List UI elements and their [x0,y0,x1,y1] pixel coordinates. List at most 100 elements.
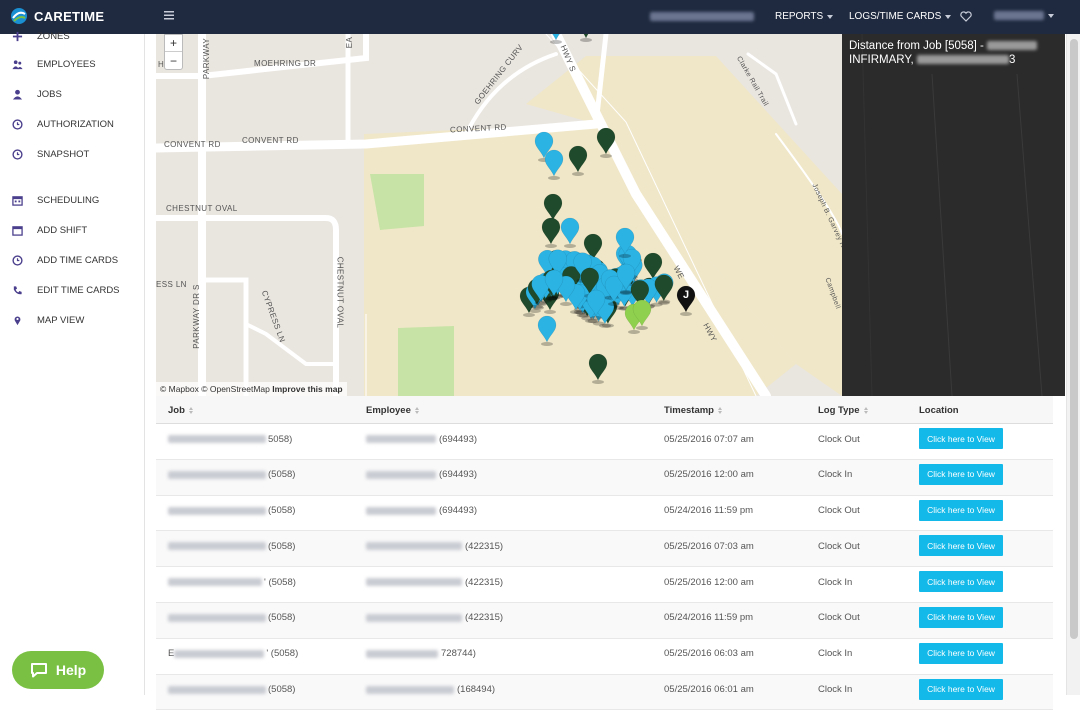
heart-icon[interactable] [960,11,972,22]
app-name: CARETIME [34,8,105,24]
sidebar-item-map-view[interactable]: MAP VIEW [12,312,84,328]
sidebar-item-edit-time-cards[interactable]: EDIT TIME CARDS [12,282,120,298]
timestamp-cell: 05/25/2016 06:01 am [664,684,754,696]
log-type-cell: Clock Out [818,540,860,552]
sidebar: ZONES EMPLOYEES JOBS AUTHORIZATION SNAPS… [0,31,145,695]
panel-map-lines [861,34,1043,396]
nav-logs-time-cards[interactable]: LOGS/TIME CARDS [849,11,952,22]
chevron-down-icon [827,14,834,19]
employee-name-redacted [366,506,436,515]
timestamp-cell: 05/25/2016 12:00 am [664,469,754,481]
dark-map-marker[interactable] [588,353,608,384]
job-name-redacted [987,41,1038,51]
table-row: ' (5058) (422315) 05/25/2016 12:00 am Clock… [156,567,1053,603]
timestamp-cell: 05/25/2016 07:03 am [664,540,754,552]
column-header-label: Log Type [818,405,860,416]
nav-reports[interactable]: REPORTS [775,11,834,22]
view-location-button[interactable]: Click here to View [919,428,1003,449]
view-location-button[interactable]: Click here to View [919,535,1003,557]
job-cell: (5058) [168,603,295,633]
column-header-employee[interactable]: Employee [366,405,419,416]
calendar-icon [12,195,23,206]
distance-prefix: Distance from Job [5058] - [849,40,984,52]
table-row: 5058) (694493) 05/25/2016 07:07 am Clock Ou… [156,424,1053,460]
improve-map-link[interactable]: Improve this map [272,384,342,394]
dark-map-marker[interactable] [568,145,588,176]
view-location-button[interactable]: Click here to View [919,571,1003,593]
zoom-out-button[interactable]: − [165,52,182,69]
sidebar-item-employees[interactable]: EMPLOYEES [12,56,96,72]
help-button[interactable]: Help [12,651,104,689]
employees-icon [12,59,23,69]
user-menu[interactable] [994,11,1054,20]
clock-icon [12,118,23,130]
sidebar-item-add-shift[interactable]: ADD SHIFT [12,222,87,238]
calendar-icon [12,225,23,236]
app-logo[interactable]: CARETIME [10,7,104,25]
sidebar-item-scheduling[interactable]: SCHEDULING [12,192,99,208]
blue-map-marker[interactable] [544,149,564,180]
table-body: 5058) (694493) 05/25/2016 07:07 am Clock Ou… [156,424,1053,710]
job-id: (5058) [268,540,296,552]
log-type-cell: Clock Out [818,433,860,445]
column-header-label: Location [919,405,959,416]
job-cell: (5058) [168,675,295,705]
employee-cell: (422315) [366,531,503,561]
sidebar-item-jobs[interactable]: JOBS [12,86,62,102]
employee-name-redacted [366,542,462,551]
job-id: ' (5058) [266,648,299,660]
timestamp-cell: 05/25/2016 07:07 am [664,433,754,445]
zoom-in-button[interactable]: + [165,35,182,52]
employee-cell: (168494) [366,675,495,705]
chat-bubble-icon [30,663,47,678]
sidebar-item-label: EMPLOYEES [37,58,96,70]
menu-toggle-icon[interactable] [164,11,174,20]
employee-cell: (422315) [366,567,503,597]
view-location-button[interactable]: Click here to View [919,642,1003,664]
job-id: 5058) [268,433,293,445]
sidebar-item-zones[interactable]: ZONES [12,28,70,44]
blue-map-marker[interactable] [537,315,557,346]
column-header-location: Location [919,405,959,416]
sort-icon [717,407,722,414]
blue-map-marker[interactable] [547,34,565,44]
table-header: Job Employee Timestamp Log Type Location [156,396,1053,424]
employee-name-redacted [366,613,462,622]
job-id: (5058) [268,505,296,517]
view-location-button[interactable]: Click here to View [919,463,1003,485]
sidebar-item-label: ZONES [37,30,70,42]
view-location-button[interactable]: Click here to View [919,499,1003,521]
top-navbar: CARETIME REPORTS LOGS/TIME CARDS [0,0,1080,34]
column-header-log-type[interactable]: Log Type [818,405,868,416]
job-id: ' (5058) [264,576,296,588]
sidebar-item-label: ADD SHIFT [37,224,88,236]
scrollbar-thumb[interactable] [1070,39,1078,639]
map-markers-layer[interactable]: J [156,34,842,396]
page-scrollbar[interactable] [1066,34,1080,695]
time-log-table: Job Employee Timestamp Log Type Location… [156,396,1053,710]
column-header-job[interactable]: Job [168,405,193,416]
timestamp-cell: 05/24/2016 11:59 pm [664,612,754,624]
user-name-redacted [994,11,1044,20]
column-header-timestamp[interactable]: Timestamp [664,405,722,416]
distance-line2-start: INFIRMARY, [849,54,914,66]
attribution-text: © Mapbox © OpenStreetMap [160,384,270,394]
sidebar-item-snapshot[interactable]: SNAPSHOT [12,146,89,162]
employee-id: (422315) [465,576,504,588]
nav-reports-label: REPORTS [775,11,824,22]
dark-map-marker[interactable] [541,217,561,248]
job-name-redacted [168,613,266,622]
job-cell: (5058) [168,460,295,490]
log-type-cell: Clock In [818,648,853,660]
blue-map-marker[interactable] [560,217,580,248]
sort-icon [188,407,193,414]
employee-name-redacted [366,435,436,443]
dark-map-marker[interactable] [577,34,595,42]
employee-id: (422315) [465,612,504,624]
sidebar-item-add-time-cards[interactable]: ADD TIME CARDS [12,252,118,268]
view-location-button[interactable]: Click here to View [919,606,1003,628]
dark-map-marker[interactable] [596,127,616,158]
sidebar-item-authorization[interactable]: AUTHORIZATION [12,116,114,132]
view-location-button[interactable]: Click here to View [919,678,1003,700]
map-view[interactable]: MOEHRING DR GOEHRING CURV CONVENT RD CON… [156,34,842,396]
